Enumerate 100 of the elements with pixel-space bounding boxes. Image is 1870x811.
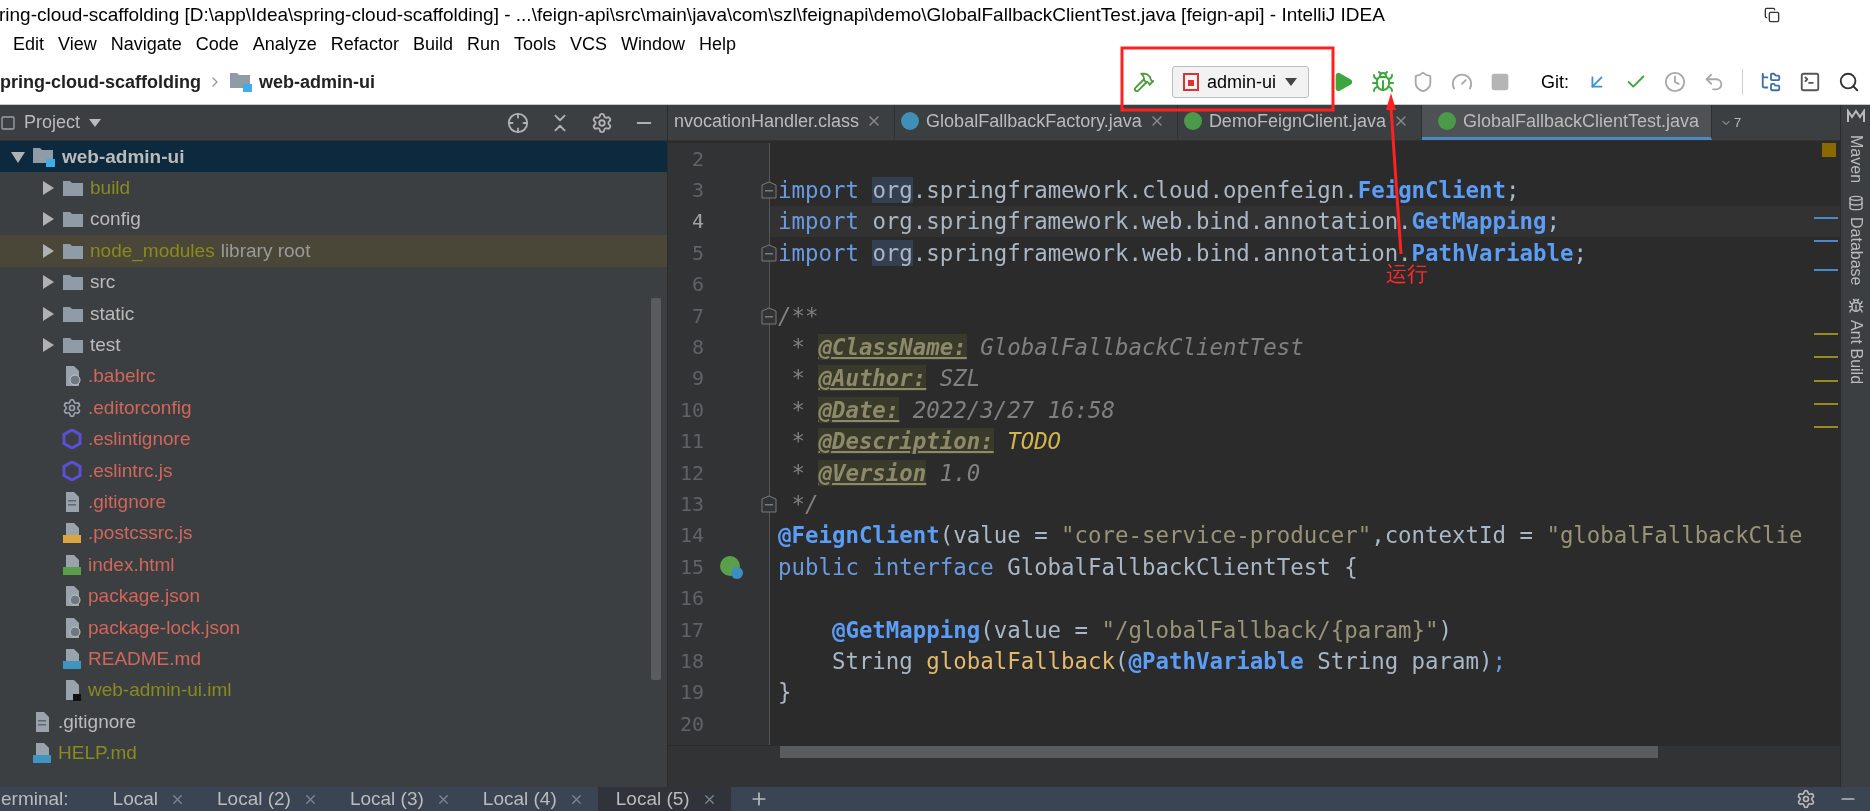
- side-tool-tab[interactable]: Ant Build: [1846, 297, 1865, 384]
- terminal-label: erminal:: [1, 788, 69, 810]
- collapsed-arrow-icon[interactable]: [40, 337, 56, 354]
- config-icon: [1182, 73, 1199, 91]
- menu-item[interactable]: Run: [459, 34, 507, 55]
- collapsed-arrow-icon[interactable]: [40, 242, 56, 259]
- menu-item[interactable]: Refactor: [323, 34, 406, 55]
- debug-icon[interactable]: [1371, 70, 1395, 94]
- tree-row[interactable]: .gitignore: [0, 706, 667, 738]
- tree-row[interactable]: package-lock.json: [0, 611, 667, 644]
- code-line: * @Version 1.0: [790, 459, 981, 486]
- collapsed-arrow-icon[interactable]: [40, 305, 56, 322]
- tree-item-label: .editorconfig: [88, 396, 192, 419]
- tree-row[interactable]: src: [0, 266, 667, 298]
- tree-row[interactable]: index.html: [0, 549, 667, 581]
- code-line: }: [777, 679, 792, 706]
- code-line: * @Date: 2022/3/27 16:58: [790, 396, 1116, 423]
- tree-row[interactable]: .eslintrc.js: [0, 454, 667, 487]
- menu-item[interactable]: Navigate: [103, 34, 189, 55]
- tree-row[interactable]: .postcssrc.js: [0, 517, 667, 550]
- folder-icon: [62, 304, 84, 323]
- fold-icon[interactable]: [761, 495, 777, 513]
- menu-item[interactable]: Build: [405, 34, 460, 55]
- tree-row[interactable]: static: [0, 297, 667, 330]
- tree-row[interactable]: .babelrc: [0, 360, 667, 393]
- terminal-icon[interactable]: [1799, 71, 1821, 93]
- code-line: @GetMapping(value = "/globalFallback/{param}"): [830, 616, 1453, 643]
- menu-item[interactable]: Code: [188, 34, 246, 55]
- tree-row[interactable]: HELP.md: [0, 737, 667, 769]
- tree-item-label: web-admin-ui.iml: [88, 679, 232, 702]
- editor-tab[interactable]: nvocationHandler.class: [668, 105, 896, 140]
- panel-title[interactable]: Project: [24, 112, 81, 133]
- breadcrumb[interactable]: pring-cloud-scaffolding: [0, 71, 201, 93]
- tree-row[interactable]: .gitignore: [0, 486, 667, 518]
- folder-icon: [62, 241, 84, 260]
- fold-icon[interactable]: [761, 181, 777, 200]
- interface-icon: [1437, 112, 1456, 130]
- tree-item-label: .eslintrc.js: [88, 459, 173, 482]
- terminal-tab[interactable]: Local (2): [199, 787, 332, 811]
- menu-item[interactable]: Tools: [506, 34, 563, 55]
- editor-tab[interactable]: GlobalFallbackFactory.java: [895, 105, 1178, 140]
- tree-item-label: .eslintignore: [88, 428, 191, 451]
- md-file-icon: [32, 742, 52, 765]
- tabs-overflow[interactable]: 7: [1712, 105, 1742, 140]
- editor-tab[interactable]: GlobalFallbackClientTest.java: [1421, 105, 1713, 140]
- run-config-dropdown[interactable]: admin-ui: [1171, 66, 1309, 98]
- menu-item[interactable]: Window: [614, 34, 693, 55]
- tree-row[interactable]: .editorconfig: [0, 392, 667, 424]
- fold-icon[interactable]: [761, 243, 777, 262]
- caret-icon: [1284, 77, 1298, 87]
- scrollbar[interactable]: [651, 298, 661, 680]
- md-file-icon: [62, 647, 82, 670]
- collapsed-arrow-icon[interactable]: [40, 274, 56, 291]
- tree-row[interactable]: package.json: [0, 580, 667, 612]
- gear-icon: [62, 397, 82, 418]
- tree-row[interactable]: web-admin-ui: [0, 141, 667, 173]
- menu-item[interactable]: Analyze: [245, 34, 324, 55]
- stop-icon[interactable]: [1490, 72, 1510, 92]
- side-tool-tab[interactable]: Maven: [1846, 135, 1865, 184]
- breadcrumb[interactable]: web-admin-ui: [259, 71, 375, 93]
- tree-item-label: config: [90, 208, 141, 231]
- tree-item-label: web-admin-ui: [62, 145, 185, 168]
- menu-item[interactable]: VCS: [563, 34, 614, 55]
- settings-icon[interactable]: [1796, 789, 1816, 809]
- menu-item[interactable]: Edit: [6, 34, 52, 55]
- collapsed-arrow-icon[interactable]: [40, 180, 56, 197]
- menu-item[interactable]: View: [51, 34, 104, 55]
- history-icon[interactable]: [1664, 71, 1686, 93]
- collapsed-arrow-icon[interactable]: [40, 211, 56, 228]
- menu-item[interactable]: Help: [692, 34, 744, 55]
- locate-icon[interactable]: [507, 111, 529, 134]
- tree-row[interactable]: .eslintignore: [0, 423, 667, 455]
- tree-item-label: .gitignore: [58, 710, 137, 733]
- terminal-tab[interactable]: Local: [94, 787, 199, 811]
- coverage-icon[interactable]: [1412, 71, 1434, 93]
- folder-icon: [62, 273, 84, 292]
- project-structure-icon[interactable]: [1760, 71, 1782, 93]
- horizontal-scrollbar[interactable]: [780, 746, 1658, 758]
- tree-item-label: node_modules: [90, 239, 215, 262]
- side-tool-tab[interactable]: Database: [1846, 195, 1865, 286]
- hammer-icon[interactable]: [1132, 71, 1155, 93]
- tree-row[interactable]: README.md: [0, 643, 667, 675]
- code-line: public interface GlobalFallbackClientTest {: [777, 553, 1358, 580]
- tree-row[interactable]: config: [0, 203, 667, 236]
- terminal-tab[interactable]: Local (5): [597, 787, 731, 811]
- tree-row[interactable]: test: [0, 329, 667, 361]
- search-icon[interactable]: [1838, 71, 1860, 93]
- terminal-tab[interactable]: Local (4): [464, 787, 598, 811]
- tree-row[interactable]: web-admin-ui.iml: [0, 674, 667, 707]
- fold-icon[interactable]: [761, 306, 777, 325]
- restore-icon[interactable]: [1764, 6, 1780, 23]
- revert-icon[interactable]: [1703, 71, 1725, 93]
- overflow-count: 7: [1734, 115, 1742, 130]
- hexagon-icon: [62, 460, 82, 481]
- settings-icon[interactable]: [591, 111, 613, 134]
- code-line: * @ClassName: GlobalFallbackClientTest: [790, 334, 1304, 361]
- tree-row[interactable]: node_modules library root: [0, 235, 667, 267]
- tree-row[interactable]: build: [0, 172, 667, 204]
- caret-icon[interactable]: [88, 117, 103, 128]
- terminal-tab[interactable]: Local (3): [331, 787, 465, 811]
